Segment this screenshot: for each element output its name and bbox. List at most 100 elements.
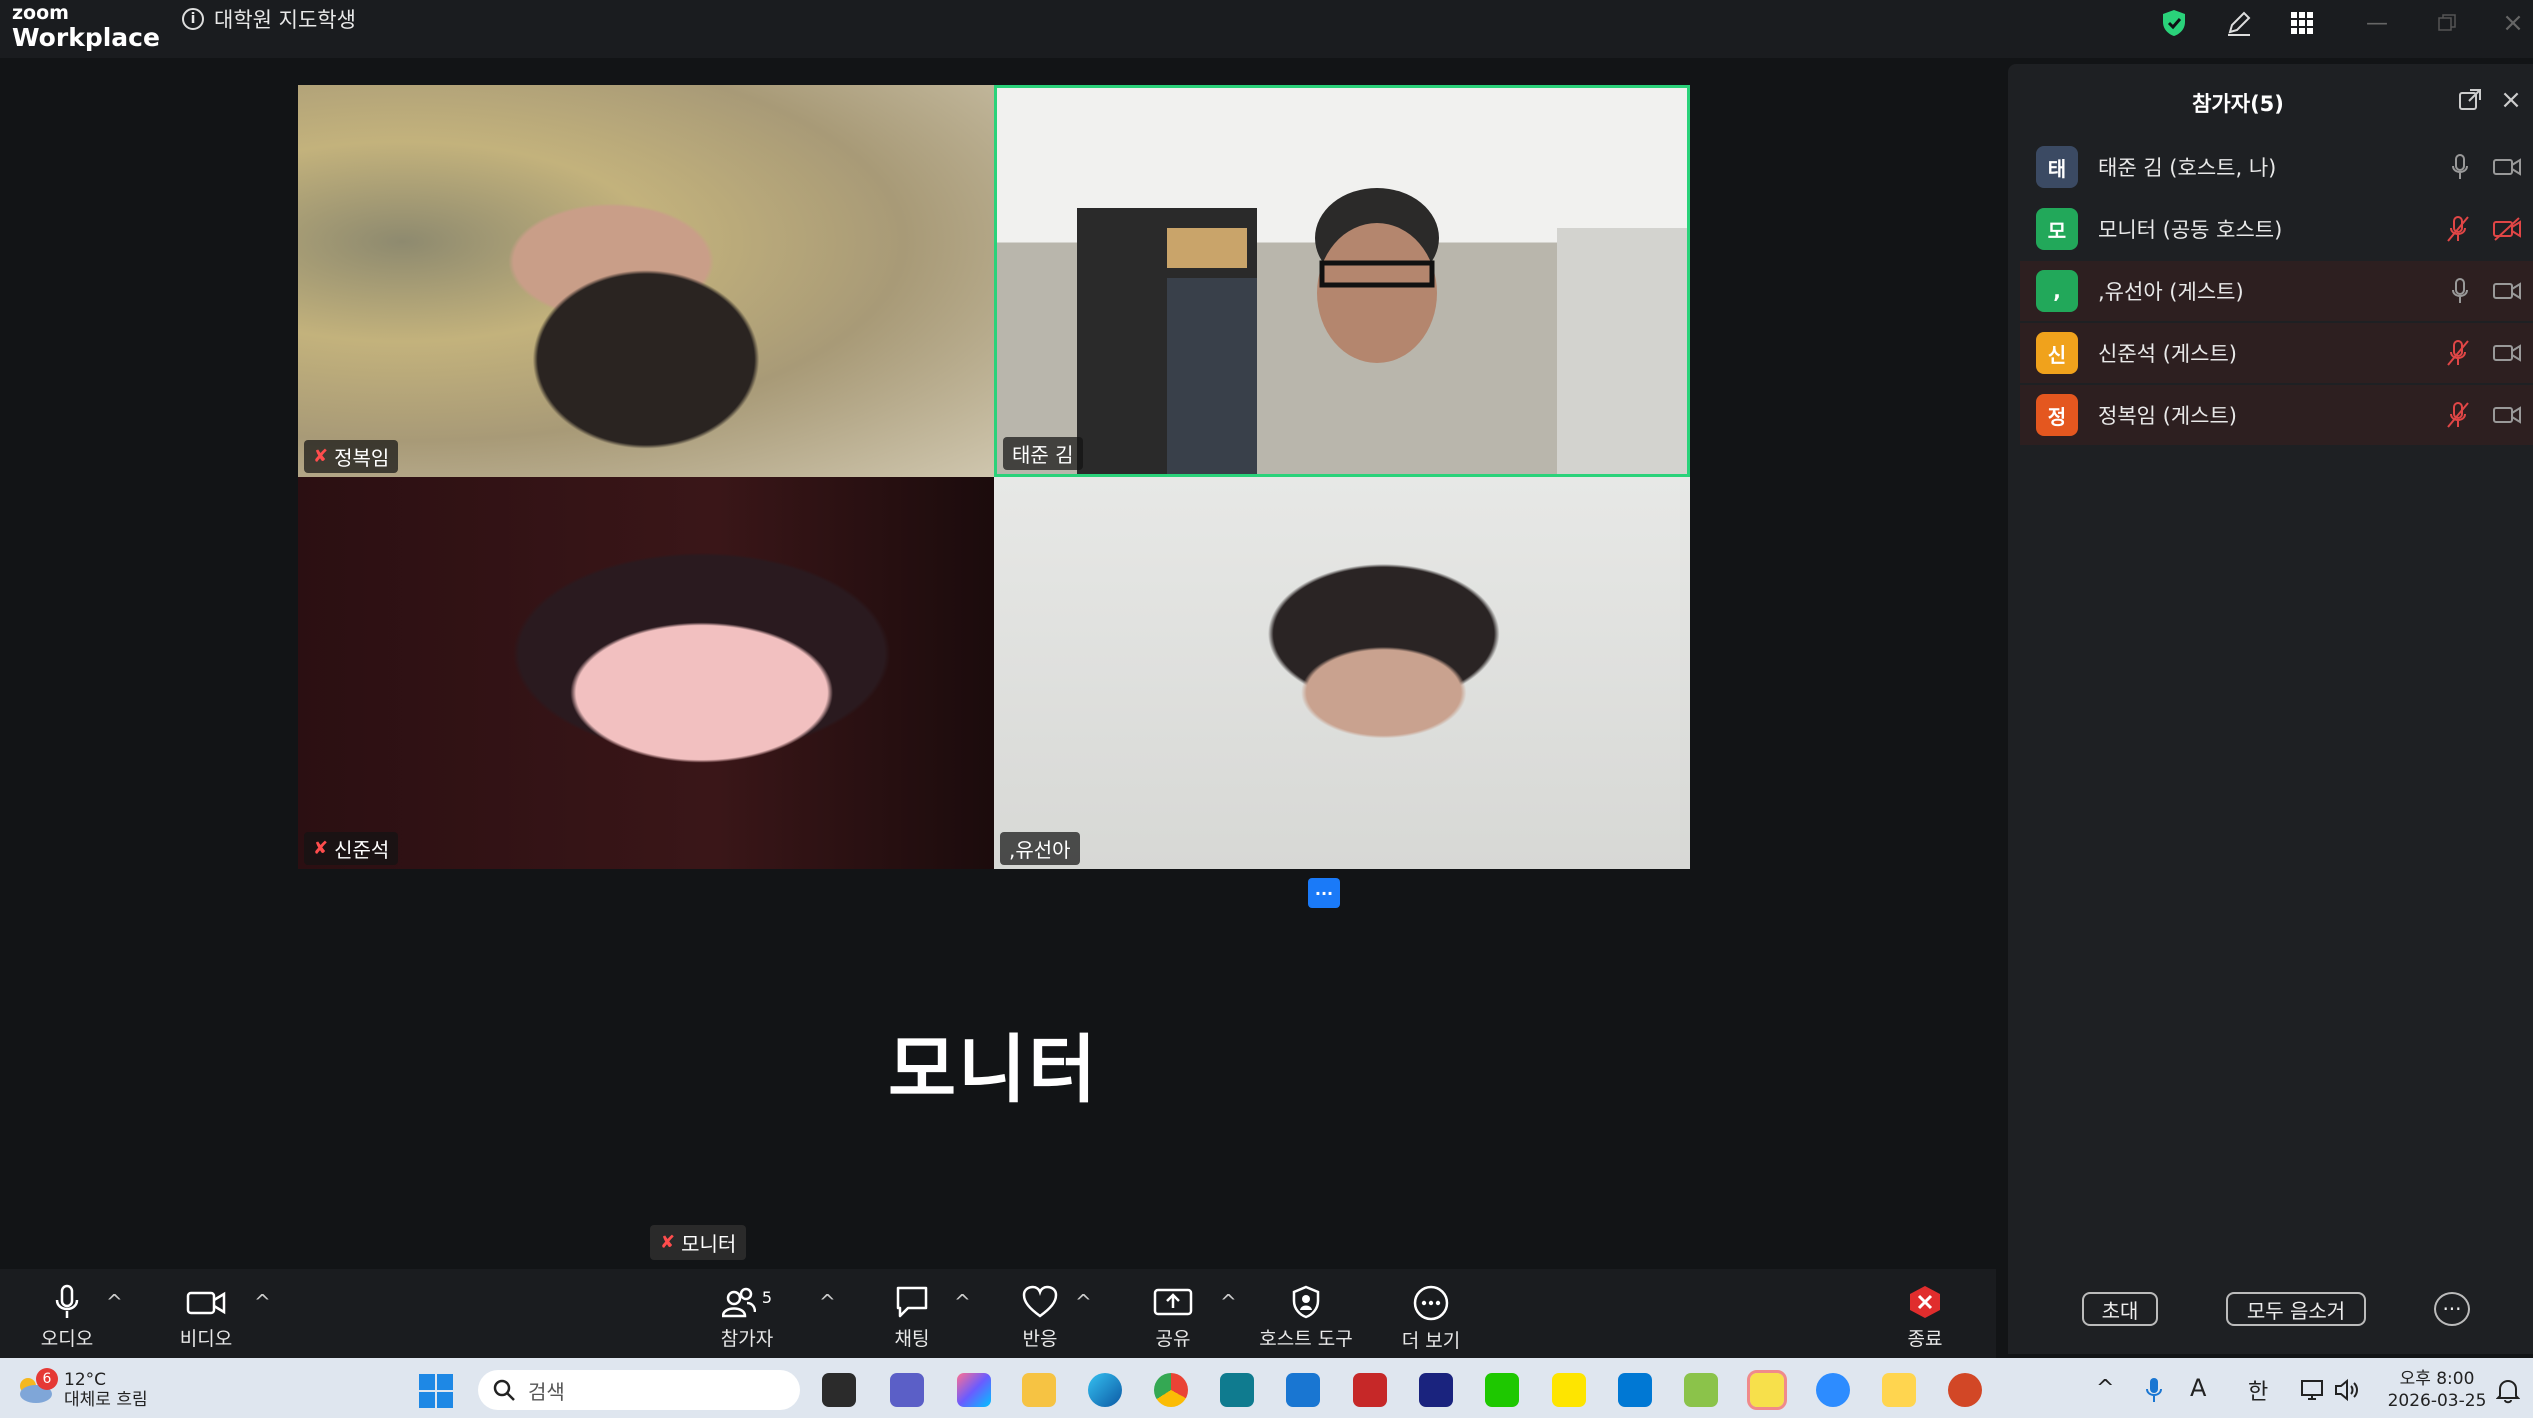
close-window-icon[interactable]: × — [2496, 6, 2530, 40]
security-shield-icon[interactable] — [2157, 6, 2191, 40]
windows-start-icon[interactable] — [418, 1373, 454, 1409]
participants-caret-icon[interactable]: ^ — [819, 1290, 836, 1314]
file-explorer-icon[interactable] — [1022, 1373, 1056, 1407]
mic-muted-icon[interactable] — [2447, 216, 2469, 242]
mic-muted-icon[interactable] — [2447, 402, 2469, 428]
tray-mic-icon[interactable] — [2144, 1376, 2164, 1404]
invite-button[interactable]: 초대 — [2082, 1292, 2158, 1326]
band-icon[interactable] — [1485, 1373, 1519, 1407]
task-view-icon[interactable] — [822, 1373, 856, 1407]
tile-name-label: ✘ 신준석 — [304, 832, 399, 865]
audio-caret-icon[interactable]: ^ — [106, 1290, 123, 1314]
pop-out-icon[interactable] — [2458, 88, 2484, 114]
sticky-notes-icon[interactable] — [1747, 1370, 1787, 1410]
minimize-icon[interactable]: — — [2360, 6, 2394, 40]
tile-name: 신준석 — [334, 838, 390, 862]
restore-icon[interactable] — [2430, 6, 2464, 40]
participant-row[interactable]: , ,유선아 (게스트) — [2020, 261, 2533, 321]
video-off-icon[interactable] — [2493, 217, 2521, 241]
tile-more-button[interactable]: ··· — [1308, 878, 1340, 908]
hancom-icon[interactable] — [1220, 1373, 1254, 1407]
weather-widget[interactable]: 12°C 대체로 흐림 — [64, 1370, 148, 1410]
info-icon[interactable]: i — [182, 8, 204, 30]
video-camera-icon[interactable] — [2493, 404, 2521, 426]
video-caret-icon[interactable]: ^ — [254, 1290, 271, 1314]
bdu-red-icon[interactable] — [1353, 1373, 1387, 1407]
network-icon[interactable] — [2300, 1378, 2330, 1402]
chat-bubble-icon — [896, 1286, 928, 1318]
share-label: 공유 — [1155, 1328, 1191, 1350]
video-camera-icon[interactable] — [2493, 342, 2521, 364]
shield-icon — [1292, 1285, 1320, 1319]
meeting-info[interactable]: i 대학원 지도학생 — [182, 4, 356, 34]
zoom-window: zoom Workplace i 대학원 지도학생 — × ✘ 정복임 태준 김… — [0, 0, 2533, 1418]
powerpoint-icon[interactable] — [1948, 1373, 1982, 1407]
participants-count-badge: 5 — [761, 1288, 773, 1307]
share-button[interactable]: 공유 — [1108, 1284, 1238, 1351]
snipping-tool-icon[interactable] — [1286, 1373, 1320, 1407]
host-tools-button[interactable]: 호스트 도구 — [1241, 1284, 1371, 1351]
participant-name: ,유선아 (게스트) — [2098, 280, 2244, 304]
mute-all-button[interactable]: 모두 음소거 — [2226, 1292, 2366, 1326]
chrome-icon[interactable] — [1154, 1373, 1188, 1407]
reactions-caret-icon[interactable]: ^ — [1075, 1290, 1092, 1314]
video-tile[interactable]: ✘ 정복임 — [298, 85, 994, 477]
video-camera-icon[interactable] — [2493, 156, 2521, 178]
edge-icon[interactable] — [1088, 1373, 1122, 1407]
participant-row[interactable]: 신 신준석 (게스트) — [2020, 323, 2533, 383]
copilot-icon[interactable] — [957, 1373, 991, 1407]
microsoft-store-icon[interactable] — [1618, 1373, 1652, 1407]
panel-title: 참가자(5) — [2192, 92, 2284, 116]
close-panel-icon[interactable]: × — [2498, 87, 2524, 114]
participant-name: 태준 김 (호스트, 나) — [2098, 156, 2277, 180]
video-camera-icon — [186, 1291, 226, 1315]
weather-badge: 6 — [36, 1368, 58, 1390]
tray-chevron-icon[interactable]: ^ — [2096, 1376, 2114, 1401]
end-x-icon — [1910, 1286, 1940, 1318]
logo-top: zoom — [12, 2, 69, 24]
host-tools-label: 호스트 도구 — [1259, 1328, 1353, 1350]
mic-muted-icon[interactable] — [2447, 340, 2469, 366]
video-tile-active-speaker[interactable]: 태준 김 — [994, 85, 1690, 477]
more-button[interactable]: 더 보기 — [1366, 1284, 1496, 1353]
annotate-pencil-icon[interactable] — [2220, 6, 2258, 40]
maps-icon[interactable] — [1684, 1373, 1718, 1407]
volume-icon[interactable] — [2334, 1378, 2360, 1402]
weather-icon[interactable]: 6 — [14, 1368, 58, 1406]
participants-label: 참가자 — [720, 1328, 774, 1350]
video-label: 비디오 — [179, 1328, 233, 1350]
ime-han-indicator[interactable]: 한 — [2248, 1374, 2268, 1406]
video-tile[interactable]: ✘ 신준석 — [298, 477, 994, 869]
mic-icon[interactable] — [2451, 154, 2469, 180]
teams-icon[interactable] — [890, 1373, 924, 1407]
chat-caret-icon[interactable]: ^ — [954, 1290, 971, 1314]
zoom-logo: zoom Workplace — [12, 2, 160, 51]
notification-bell-icon[interactable] — [2495, 1378, 2521, 1404]
participants-button[interactable]: 5 참가자 — [682, 1284, 812, 1351]
mic-icon[interactable] — [2451, 278, 2469, 304]
tile-name: 태준 김 — [1012, 443, 1074, 467]
panel-more-button[interactable]: ··· — [2434, 1292, 2470, 1326]
video-camera-icon[interactable] — [2493, 280, 2521, 302]
video-tile[interactable]: ,유선아 — [994, 477, 1690, 869]
share-caret-icon[interactable]: ^ — [1220, 1290, 1237, 1314]
ime-a-indicator[interactable]: A — [2190, 1374, 2206, 1402]
participant-name: 신준석 (게스트) — [2098, 342, 2237, 366]
zoom-taskbar-icon[interactable] — [1816, 1373, 1850, 1407]
apps-grid-icon[interactable] — [2282, 6, 2322, 40]
end-label: 종료 — [1907, 1328, 1943, 1350]
participant-row[interactable]: 태 태준 김 (호스트, 나) — [2020, 137, 2533, 197]
bdu-blue-icon[interactable] — [1419, 1373, 1453, 1407]
participant-row[interactable]: 모 모니터 (공동 호스트) — [2020, 199, 2533, 259]
taskbar-clock[interactable]: 오후 8:00 2026-03-25 — [2384, 1368, 2490, 1412]
video-scene — [1077, 188, 1687, 474]
end-meeting-button[interactable]: 종료 — [1860, 1284, 1990, 1351]
mic-muted-icon: ✘ — [660, 1232, 676, 1253]
participant-row[interactable]: 정 정복임 (게스트) — [2020, 385, 2533, 445]
video-button[interactable]: 비디오 — [141, 1284, 271, 1351]
kakaotalk-icon[interactable] — [1552, 1373, 1586, 1407]
pdf-icon[interactable] — [1882, 1373, 1916, 1407]
taskbar-search[interactable]: 검색 — [478, 1370, 800, 1410]
active-speaker-name: 모니터 — [888, 1027, 1099, 1113]
search-icon — [493, 1379, 515, 1401]
